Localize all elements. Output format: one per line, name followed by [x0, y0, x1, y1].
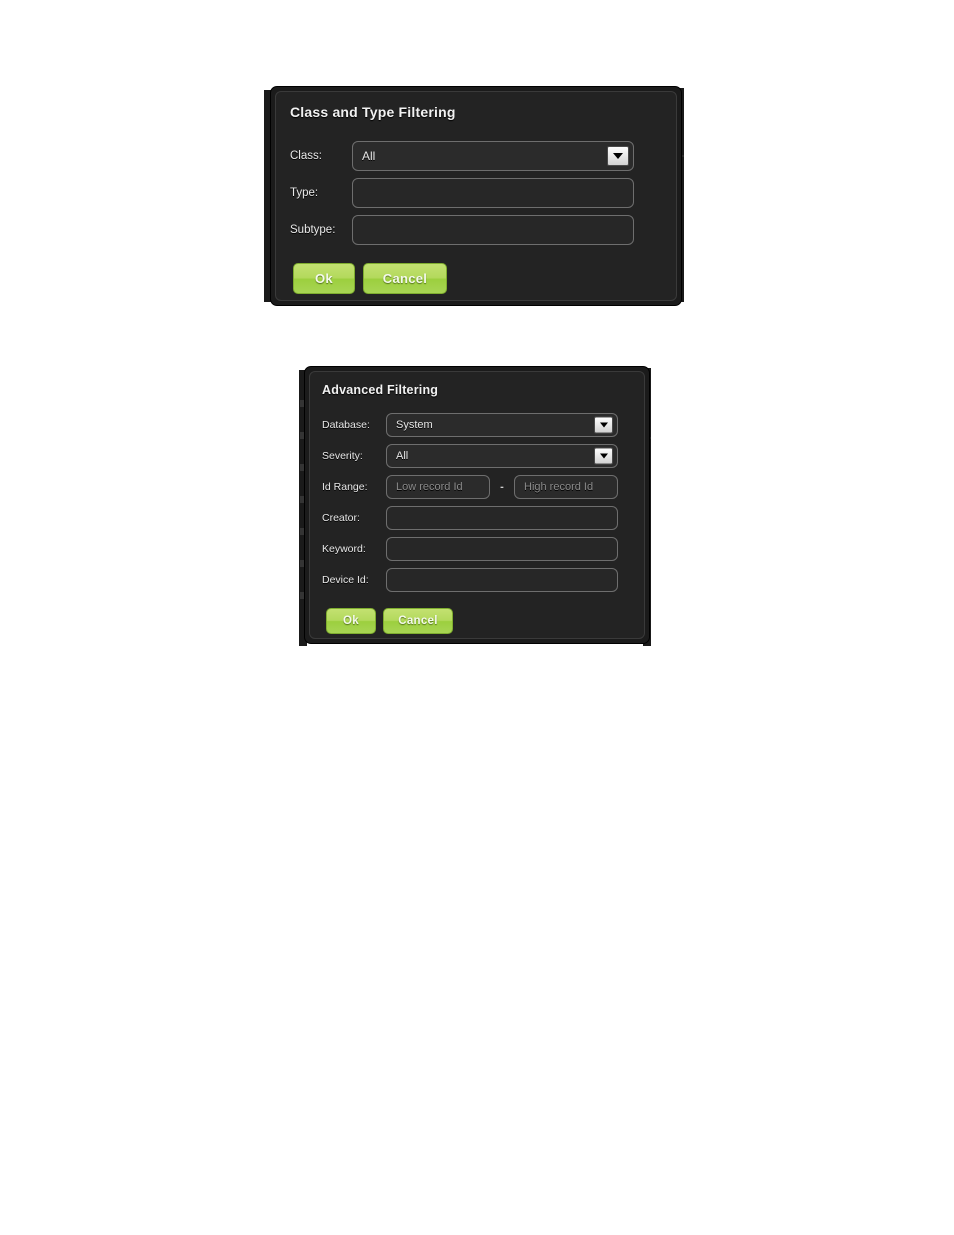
chevron-down-glyph: [599, 453, 608, 459]
input-id-range-low-placeholder: Low record Id: [396, 481, 463, 493]
label-type: Type:: [290, 187, 319, 199]
ok-button-1[interactable]: Ok: [293, 263, 355, 294]
form-row-creator: Creator:: [322, 506, 634, 530]
input-id-range-low[interactable]: Low record Id: [386, 475, 490, 499]
dialog-inner-panel-2: [309, 371, 645, 639]
label-id-range: Id Range:: [322, 481, 368, 493]
select-class[interactable]: All: [352, 141, 634, 171]
chevron-down-icon[interactable]: [594, 447, 613, 465]
label-keyword: Keyword:: [322, 543, 366, 555]
input-device-id[interactable]: [386, 568, 618, 592]
dialog-class-and-type-filtering: Class and Type Filtering Class: All Type…: [270, 86, 682, 306]
chevron-down-glyph: [599, 422, 608, 428]
label-device-id: Device Id:: [322, 574, 369, 586]
form-row-keyword: Keyword:: [322, 537, 634, 561]
form-row-severity: Severity: All: [322, 444, 634, 468]
select-severity[interactable]: All: [386, 444, 618, 468]
input-id-range-high[interactable]: High record Id: [514, 475, 618, 499]
dialog-title-advanced-filtering: Advanced Filtering: [322, 383, 439, 397]
form-row-device-id: Device Id:: [322, 568, 634, 592]
label-severity: Severity:: [322, 450, 363, 462]
select-severity-value: All: [396, 450, 409, 462]
label-creator: Creator:: [322, 512, 360, 524]
select-database-value: System: [396, 419, 433, 431]
dialog-title-class-and-type-filtering: Class and Type Filtering: [290, 104, 456, 120]
input-id-range-high-placeholder: High record Id: [524, 481, 594, 493]
label-class: Class:: [290, 150, 322, 162]
form-row-class: Class: All: [290, 141, 662, 171]
ok-button-2[interactable]: Ok: [326, 608, 376, 634]
form-row-id-range: Id Range: Low record Id - High record Id: [322, 475, 634, 499]
label-database: Database:: [322, 419, 370, 431]
chevron-down-icon[interactable]: [607, 146, 629, 166]
form-row-database: Database: System: [322, 413, 634, 437]
id-range-separator: -: [500, 481, 504, 493]
input-keyword[interactable]: [386, 537, 618, 561]
chevron-down-glyph: [613, 153, 623, 159]
chevron-down-icon[interactable]: [594, 416, 613, 434]
cancel-button-1[interactable]: Cancel: [363, 263, 447, 294]
input-type[interactable]: [352, 178, 634, 208]
select-class-value: All: [362, 149, 376, 163]
select-database[interactable]: System: [386, 413, 618, 437]
dialog-advanced-filtering: Advanced Filtering Database: System Seve…: [304, 366, 650, 644]
input-subtype[interactable]: [352, 215, 634, 245]
label-subtype: Subtype:: [290, 224, 336, 236]
cancel-button-2[interactable]: Cancel: [383, 608, 453, 634]
input-creator[interactable]: [386, 506, 618, 530]
form-row-type: Type:: [290, 178, 662, 208]
form-row-subtype: Subtype:: [290, 215, 662, 245]
